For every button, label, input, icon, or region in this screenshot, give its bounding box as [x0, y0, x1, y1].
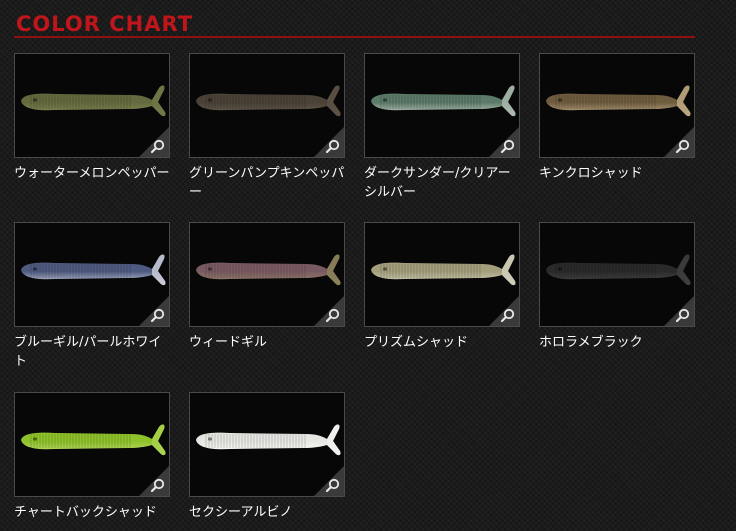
color-name: ウォーターメロンペッパー [14, 166, 170, 181]
color-name: グリーンパンプキンペッパー [189, 166, 345, 200]
lure-thumbnail[interactable] [189, 392, 345, 497]
lure-thumbnail[interactable] [14, 222, 170, 327]
color-name: チャートバックシャッド [14, 505, 157, 520]
color-name: プリズムシャッド [364, 335, 469, 350]
zoom-icon[interactable] [314, 296, 344, 326]
lure-thumbnail[interactable] [14, 392, 170, 497]
zoom-icon[interactable] [139, 127, 169, 157]
color-grid: ウォーターメロンペッパー グリーンパンプキンペッパー ダークサンダー/クリアーシルバ… [14, 53, 714, 531]
color-name: ホロラメブラック [539, 335, 643, 350]
color-card[interactable]: ダークサンダー/クリアーシルバー [364, 53, 520, 202]
lure-thumbnail[interactable] [14, 53, 170, 158]
zoom-icon[interactable] [314, 127, 344, 157]
zoom-icon[interactable] [139, 466, 169, 496]
color-card[interactable]: グリーンパンプキンペッパー [189, 53, 345, 202]
lure-thumbnail[interactable] [189, 53, 345, 158]
zoom-icon[interactable] [664, 296, 694, 326]
color-card[interactable]: プリズムシャッド [364, 222, 520, 352]
zoom-icon[interactable] [314, 466, 344, 496]
color-card[interactable]: ブルーギル/パールホワイト [14, 222, 170, 371]
color-name: キンクロシャッド [539, 166, 643, 181]
color-name: セクシーアルビノ [189, 505, 293, 520]
zoom-icon[interactable] [489, 127, 519, 157]
color-card[interactable]: チャートバックシャッド [14, 392, 170, 522]
zoom-icon[interactable] [664, 127, 694, 157]
color-name: ウィードギル [189, 335, 268, 350]
zoom-icon[interactable] [489, 296, 519, 326]
color-card[interactable]: ホロラメブラック [539, 222, 695, 352]
section-title: COLOR CHART [16, 12, 194, 36]
color-card[interactable]: セクシーアルビノ [189, 392, 345, 522]
lure-thumbnail[interactable] [364, 222, 520, 327]
color-name: ブルーギル/パールホワイト [14, 335, 162, 369]
lure-thumbnail[interactable] [364, 53, 520, 158]
section-header: COLOR CHART [14, 8, 695, 38]
color-card[interactable]: キンクロシャッド [539, 53, 695, 183]
zoom-icon[interactable] [139, 296, 169, 326]
color-card[interactable]: ウォーターメロンペッパー [14, 53, 170, 183]
color-name: ダークサンダー/クリアーシルバー [364, 166, 511, 200]
lure-thumbnail[interactable] [539, 222, 695, 327]
lure-thumbnail[interactable] [539, 53, 695, 158]
lure-thumbnail[interactable] [189, 222, 345, 327]
color-card[interactable]: ウィードギル [189, 222, 345, 352]
